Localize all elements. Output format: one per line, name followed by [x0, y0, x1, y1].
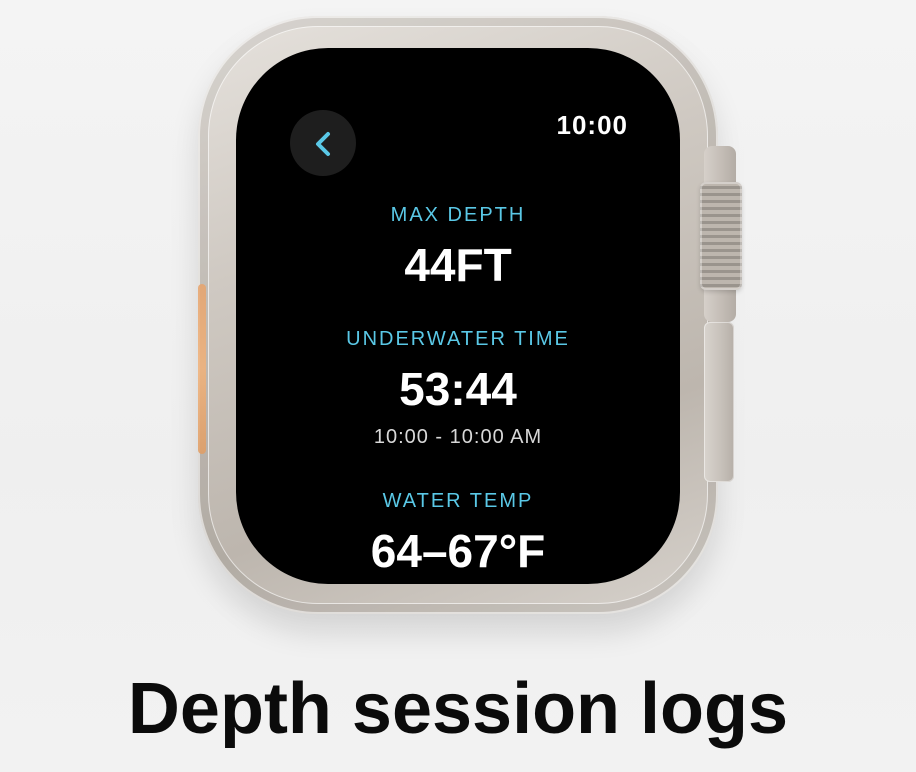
chevron-left-icon — [316, 132, 330, 156]
side-button[interactable] — [704, 322, 734, 482]
water-temp-value: 64–67°F — [370, 525, 546, 577]
underwater-time-value: 53:44 — [399, 363, 517, 415]
water-temp-label: Water Temp — [382, 490, 534, 512]
max-depth-value: 44FT — [404, 239, 512, 291]
underwater-time-label: Underwater Time — [346, 328, 570, 350]
back-button[interactable] — [290, 110, 356, 176]
watch-screen: 10:00 Max Depth 44FT Underwater Time 53:… — [236, 48, 680, 584]
action-button[interactable] — [198, 284, 206, 454]
max-depth-label: Max Depth — [390, 204, 526, 226]
session-time-range: 10:00 - 10:00 AM — [373, 426, 543, 448]
clock: 10:00 — [556, 110, 628, 140]
digital-crown[interactable] — [700, 182, 742, 290]
caption: Depth session logs — [127, 669, 789, 749]
